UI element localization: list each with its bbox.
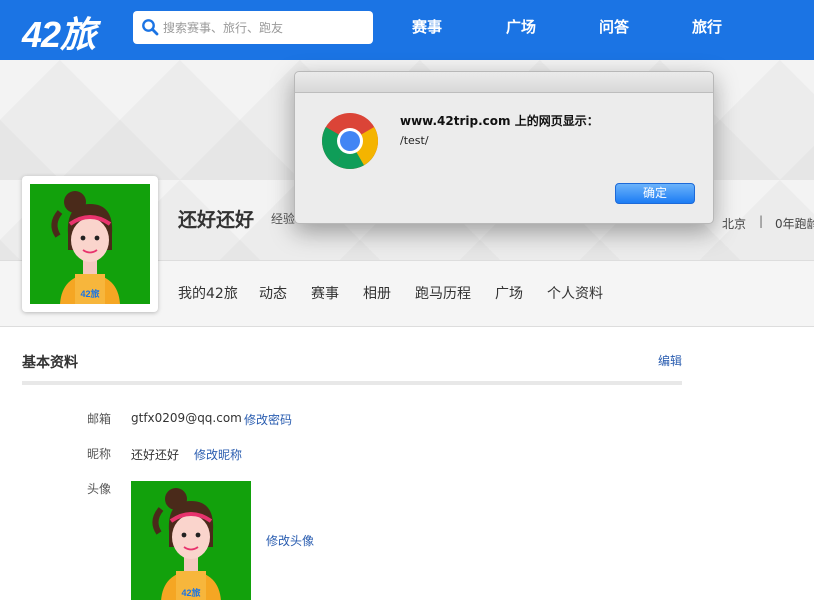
dialog-message: /test/ <box>400 134 429 147</box>
alert-dialog: www.42trip.com 上的网页显示： /test/ 确定 <box>294 71 714 224</box>
avatar-image: 42旅 <box>131 481 251 600</box>
avatar-badge-text: 42旅 <box>80 288 99 299</box>
search-icon <box>142 19 159 36</box>
profile-username: 还好还好 <box>178 209 255 231</box>
dialog-title: www.42trip.com 上的网页显示： <box>400 114 599 128</box>
tab-albums[interactable]: 相册 <box>363 283 391 303</box>
email-value: gtfx0209@qq.com <box>131 411 242 425</box>
tab-square[interactable]: 广场 <box>495 283 523 303</box>
section-divider <box>22 381 682 385</box>
email-label: 邮箱 <box>87 412 112 426</box>
edit-link[interactable]: 编辑 <box>658 352 682 369</box>
avatar-badge-text: 42旅 <box>181 587 200 598</box>
profile-exp-label: 经验 <box>271 212 296 226</box>
profile-running-years: 0年跑龄 <box>775 217 814 231</box>
change-avatar-link[interactable]: 修改头像 <box>266 532 314 549</box>
nav-square[interactable]: 广场 <box>506 16 536 37</box>
tab-races[interactable]: 赛事 <box>311 283 339 303</box>
change-nickname-link[interactable]: 修改昵称 <box>194 446 242 463</box>
search-input[interactable] <box>163 11 363 44</box>
top-nav-bar: 42旅 赛事 广场 问答 旅行 <box>0 0 814 60</box>
nickname-value: 还好还好 <box>131 448 180 462</box>
tab-activity[interactable]: 动态 <box>259 283 287 303</box>
site-logo[interactable]: 42旅 <box>22 6 96 58</box>
avatar-label: 头像 <box>87 482 112 496</box>
profile-city: 北京 <box>722 217 747 231</box>
ok-button[interactable]: 确定 <box>615 183 695 204</box>
profile-avatar-card[interactable]: 42旅 <box>22 176 158 312</box>
tab-personal-info[interactable]: 个人资料 <box>547 283 603 303</box>
tab-my-42trip[interactable]: 我的42旅 <box>178 283 238 303</box>
profile-separator: | <box>759 214 764 228</box>
nickname-label: 昵称 <box>87 447 112 461</box>
change-password-link[interactable]: 修改密码 <box>244 411 292 428</box>
search-box[interactable] <box>133 11 373 44</box>
dialog-titlebar[interactable] <box>295 72 713 93</box>
nav-qa[interactable]: 问答 <box>599 16 629 37</box>
chrome-icon <box>322 113 379 170</box>
avatar: 42旅 <box>30 184 150 304</box>
nav-travel[interactable]: 旅行 <box>692 16 722 37</box>
tab-marathon-history[interactable]: 跑马历程 <box>415 283 471 303</box>
section-title: 基本资料 <box>22 355 78 371</box>
nav-races[interactable]: 赛事 <box>412 16 442 37</box>
